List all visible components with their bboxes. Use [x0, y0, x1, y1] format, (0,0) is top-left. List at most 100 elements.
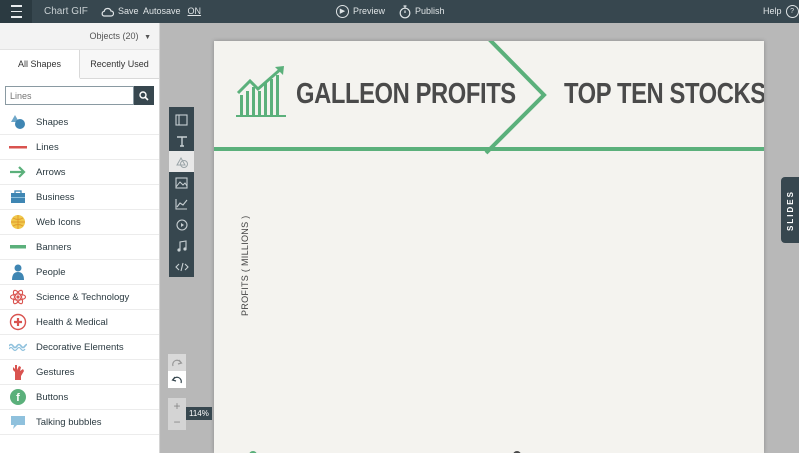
- category-lines[interactable]: Lines: [0, 135, 159, 160]
- slide-canvas[interactable]: GALLEON PROFITS TOP TEN STOCKS PROFITS (…: [214, 41, 764, 453]
- menu-icon[interactable]: [0, 0, 32, 23]
- save-label: Save: [118, 6, 139, 16]
- shape-tabs: All Shapes Recently Used: [0, 50, 159, 79]
- category-banners[interactable]: Banners: [0, 235, 159, 260]
- embed-tool[interactable]: [169, 256, 194, 277]
- search-button[interactable]: [134, 86, 154, 105]
- video-tool[interactable]: [169, 214, 194, 235]
- help-label: Help: [763, 6, 782, 16]
- top-bar: Chart GIF Save Autosave ON ▶ Preview Pub…: [0, 0, 799, 23]
- svg-text:f: f: [16, 392, 20, 404]
- help-button[interactable]: Help ?: [763, 0, 799, 23]
- header-divider-line: [214, 147, 764, 151]
- hand-icon: [9, 363, 27, 381]
- category-label: Lines: [36, 141, 59, 153]
- zoom-controls: + −: [168, 398, 186, 430]
- chart-tool[interactable]: [169, 193, 194, 214]
- preview-label: Preview: [353, 6, 386, 16]
- category-business[interactable]: Business: [0, 185, 159, 210]
- category-list: Shapes Lines Arrows Business Web Icons B…: [0, 110, 159, 435]
- text-tool[interactable]: [169, 130, 194, 151]
- insert-toolbar: [169, 107, 194, 277]
- category-label: Arrows: [36, 166, 66, 178]
- medical-cross-icon: [9, 313, 27, 331]
- undo-button[interactable]: [168, 371, 186, 388]
- objects-dropdown[interactable]: Objects (20) ▼: [0, 23, 159, 50]
- zoom-in-button[interactable]: +: [173, 399, 180, 413]
- slides-label: SLIDES: [785, 189, 795, 231]
- briefcase-icon: [9, 188, 27, 206]
- growth-chart-icon[interactable]: [236, 65, 292, 117]
- autosave-state[interactable]: ON: [188, 0, 202, 23]
- title-top-ten-stocks[interactable]: TOP TEN STOCKS: [564, 78, 764, 111]
- save-button[interactable]: Save: [101, 0, 139, 23]
- objects-panel: Objects (20) ▼ All Shapes Recently Used …: [0, 23, 160, 453]
- category-label: Web Icons: [36, 216, 81, 228]
- text-frame-tool[interactable]: [169, 109, 194, 130]
- history-controls: [168, 354, 186, 388]
- timer-icon: [399, 4, 411, 18]
- document-title[interactable]: Chart GIF: [44, 0, 88, 23]
- autosave-label: Autosave: [143, 6, 181, 16]
- search-icon: [139, 90, 149, 101]
- publish-label: Publish: [415, 6, 445, 16]
- image-icon: [175, 176, 188, 189]
- canvas-bottom-markers: [249, 451, 521, 453]
- title-galleon-profits[interactable]: GALLEON PROFITS: [296, 78, 516, 111]
- category-people[interactable]: People: [0, 260, 159, 285]
- autosave-toggle[interactable]: Autosave ON: [143, 0, 201, 23]
- shapes-icon: [9, 113, 27, 131]
- category-decorative-elements[interactable]: Decorative Elements: [0, 335, 159, 360]
- shapes-tool-icon: [175, 156, 188, 168]
- text-icon: [176, 135, 187, 147]
- category-gestures[interactable]: Gestures: [0, 360, 159, 385]
- shapes-tool[interactable]: [169, 151, 194, 172]
- category-label: Gestures: [36, 366, 75, 378]
- category-label: Decorative Elements: [36, 341, 124, 353]
- music-note-icon: [176, 239, 187, 252]
- search-bar: [0, 79, 159, 110]
- category-label: Buttons: [36, 391, 69, 403]
- banner-icon: [9, 238, 27, 256]
- redo-button[interactable]: [168, 354, 186, 371]
- person-icon: [9, 263, 27, 281]
- frame-icon: [175, 113, 188, 126]
- image-tool[interactable]: [169, 172, 194, 193]
- category-talking-bubbles[interactable]: Talking bubbles: [0, 410, 159, 435]
- slides-panel-toggle[interactable]: SLIDES: [781, 177, 799, 243]
- publish-button[interactable]: Publish: [399, 0, 445, 23]
- play-circle-icon: [175, 218, 188, 231]
- category-label: Business: [36, 191, 75, 203]
- caret-down-icon: ▼: [144, 34, 151, 41]
- category-science-technology[interactable]: Science & Technology: [0, 285, 159, 310]
- question-icon: ?: [785, 5, 799, 18]
- category-label: Health & Medical: [36, 316, 108, 328]
- code-icon: [174, 262, 189, 271]
- category-web-icons[interactable]: Web Icons: [0, 210, 159, 235]
- audio-tool[interactable]: [169, 235, 194, 256]
- category-label: Banners: [36, 241, 72, 253]
- search-input[interactable]: [5, 86, 134, 105]
- preview-button[interactable]: ▶ Preview: [336, 0, 385, 23]
- category-label: Shapes: [36, 116, 69, 128]
- y-axis-label[interactable]: PROFITS ( MILLIONS ): [240, 215, 250, 316]
- zoom-out-button[interactable]: −: [173, 415, 180, 429]
- category-health-medical[interactable]: Health & Medical: [0, 310, 159, 335]
- category-arrows[interactable]: Arrows: [0, 160, 159, 185]
- category-shapes[interactable]: Shapes: [0, 110, 159, 135]
- cloud-icon: [101, 7, 114, 17]
- redo-icon: [172, 359, 183, 366]
- category-buttons[interactable]: f Buttons: [0, 385, 159, 410]
- chart-icon: [175, 198, 188, 210]
- globe-icon: [9, 213, 27, 231]
- category-label: People: [36, 266, 66, 278]
- wave-icon: [9, 338, 27, 356]
- zoom-level: 114%: [186, 407, 212, 420]
- play-icon: ▶: [336, 5, 349, 18]
- category-label: Science & Technology: [36, 291, 130, 303]
- atom-icon: [9, 288, 27, 306]
- tab-recently-used[interactable]: Recently Used: [80, 50, 159, 78]
- undo-icon: [171, 376, 182, 383]
- category-label: Talking bubbles: [36, 416, 102, 428]
- tab-all-shapes[interactable]: All Shapes: [0, 50, 80, 79]
